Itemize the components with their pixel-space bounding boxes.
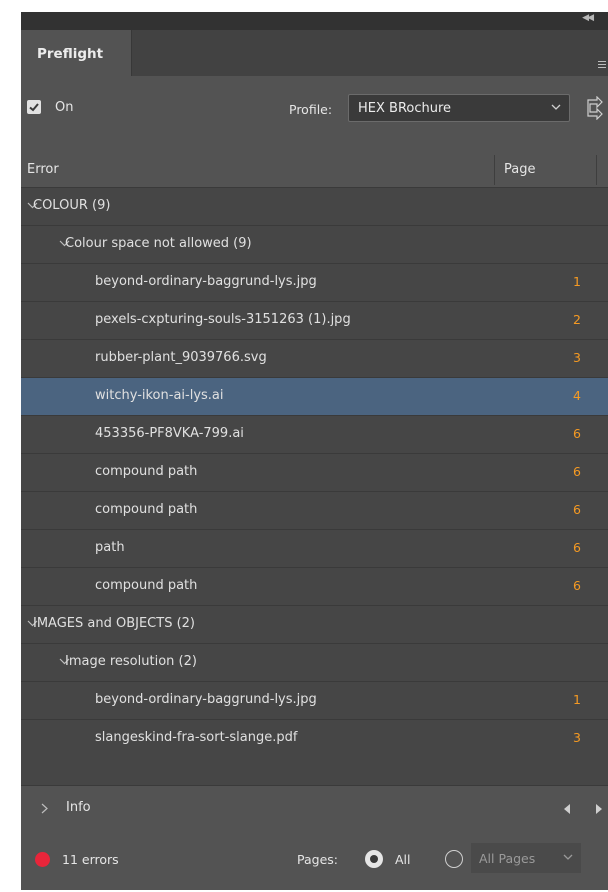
page-number-link[interactable]: 4 xyxy=(573,388,581,403)
row-label: IMAGES and OBJECTS (2) xyxy=(33,616,195,631)
profile-dropdown[interactable]: HEX BRochure xyxy=(348,94,570,122)
tab-label: Preflight xyxy=(37,46,104,62)
error-category-row[interactable]: IMAGES and OBJECTS (2) xyxy=(21,605,608,643)
page-number-link[interactable]: 1 xyxy=(573,274,581,289)
page-number-link[interactable]: 6 xyxy=(573,578,581,593)
panel-title-strip: ◀◀ xyxy=(21,12,608,30)
error-count: 11 errors xyxy=(62,852,119,867)
error-item-row[interactable]: compound path 6 xyxy=(21,567,608,605)
error-item-row[interactable]: path 6 xyxy=(21,529,608,567)
page-number-link[interactable]: 6 xyxy=(573,426,581,441)
row-label: witchy-ikon-ai-lys.ai xyxy=(95,388,224,403)
error-item-row[interactable]: beyond-ordinary-baggrund-lys.jpg 1 xyxy=(21,263,608,301)
error-item-row[interactable]: 453356-PF8VKA-799.ai 6 xyxy=(21,415,608,453)
info-label: Info xyxy=(66,800,91,815)
control-row: On Profile: HEX BRochure xyxy=(21,88,608,128)
column-error[interactable]: Error xyxy=(27,162,59,177)
page-number-link[interactable]: 6 xyxy=(573,464,581,479)
error-item-row[interactable]: witchy-ikon-ai-lys.ai 4 xyxy=(21,377,608,415)
row-label: compound path xyxy=(95,502,198,517)
row-label: compound path xyxy=(95,464,198,479)
row-label: beyond-ordinary-baggrund-lys.jpg xyxy=(95,692,317,707)
checkmark-icon xyxy=(29,103,39,112)
page-number-link[interactable]: 6 xyxy=(573,502,581,517)
chevron-down-icon xyxy=(563,854,573,860)
column-divider[interactable] xyxy=(494,155,495,185)
page-number-link[interactable]: 3 xyxy=(573,350,581,365)
row-label: pexels-cxpturing-souls-3151263 (1).jpg xyxy=(95,312,351,327)
error-item-row[interactable]: rubber-plant_9039766.svg 3 xyxy=(21,339,608,377)
row-label: Image resolution (2) xyxy=(65,654,197,669)
page-number-link[interactable]: 2 xyxy=(573,312,581,327)
collapse-panel-icon[interactable]: ◀◀ xyxy=(582,13,594,23)
error-item-row[interactable]: compound path 6 xyxy=(21,491,608,529)
previous-error-icon[interactable] xyxy=(564,804,571,814)
error-item-row[interactable]: beyond-ordinary-baggrund-lys.jpg 1 xyxy=(21,681,608,719)
error-type-row[interactable]: Colour space not allowed (9) xyxy=(21,225,608,263)
error-list: COLOUR (9) Colour space not allowed (9) be… xyxy=(21,187,608,785)
on-label: On xyxy=(55,100,74,115)
error-type-row[interactable]: Image resolution (2) xyxy=(21,643,608,681)
define-profiles-icon[interactable] xyxy=(583,96,605,120)
page-range-value: All Pages xyxy=(479,851,536,866)
status-bar: 11 errors Pages: All All Pages xyxy=(21,832,608,890)
row-label: 453356-PF8VKA-799.ai xyxy=(95,426,244,441)
row-label: beyond-ordinary-baggrund-lys.jpg xyxy=(95,274,317,289)
row-label: compound path xyxy=(95,578,198,593)
radio-all-pages[interactable] xyxy=(365,850,383,868)
profile-label: Profile: xyxy=(289,102,333,117)
row-label: rubber-plant_9039766.svg xyxy=(95,350,267,365)
error-status-icon xyxy=(35,852,50,867)
column-header: Error Page xyxy=(21,153,608,187)
error-item-row[interactable]: slangeskind-fra-sort-slange.pdf 3 xyxy=(21,719,608,757)
tab-preflight[interactable]: Preflight xyxy=(21,30,132,76)
error-item-row[interactable]: pexels-cxpturing-souls-3151263 (1).jpg 2 xyxy=(21,301,608,339)
chevron-right-icon[interactable] xyxy=(41,803,48,814)
column-page[interactable]: Page xyxy=(504,162,535,177)
error-item-row[interactable]: compound path 6 xyxy=(21,453,608,491)
radio-page-range[interactable] xyxy=(445,850,463,868)
row-label: COLOUR (9) xyxy=(33,198,111,213)
page-number-link[interactable]: 6 xyxy=(573,540,581,555)
on-checkbox[interactable] xyxy=(27,100,41,114)
preflight-panel: ◀◀ Preflight On Profile: HEX BRochure Er… xyxy=(21,12,608,890)
info-section[interactable]: Info xyxy=(21,786,608,832)
pages-label: Pages: xyxy=(297,852,338,867)
next-error-icon[interactable] xyxy=(596,804,603,814)
tab-bar: Preflight xyxy=(21,30,608,76)
row-label: slangeskind-fra-sort-slange.pdf xyxy=(95,730,298,745)
chevron-down-icon xyxy=(551,104,561,110)
error-category-row[interactable]: COLOUR (9) xyxy=(21,187,608,225)
all-label: All xyxy=(395,852,411,867)
page-number-link[interactable]: 3 xyxy=(573,730,581,745)
page-number-link[interactable]: 1 xyxy=(573,692,581,707)
panel-menu-icon[interactable] xyxy=(598,61,606,69)
column-divider[interactable] xyxy=(596,155,597,185)
page-range-field[interactable]: All Pages xyxy=(471,843,581,873)
row-label: Colour space not allowed (9) xyxy=(65,236,252,251)
row-label: path xyxy=(95,540,125,555)
profile-value: HEX BRochure xyxy=(358,101,452,116)
